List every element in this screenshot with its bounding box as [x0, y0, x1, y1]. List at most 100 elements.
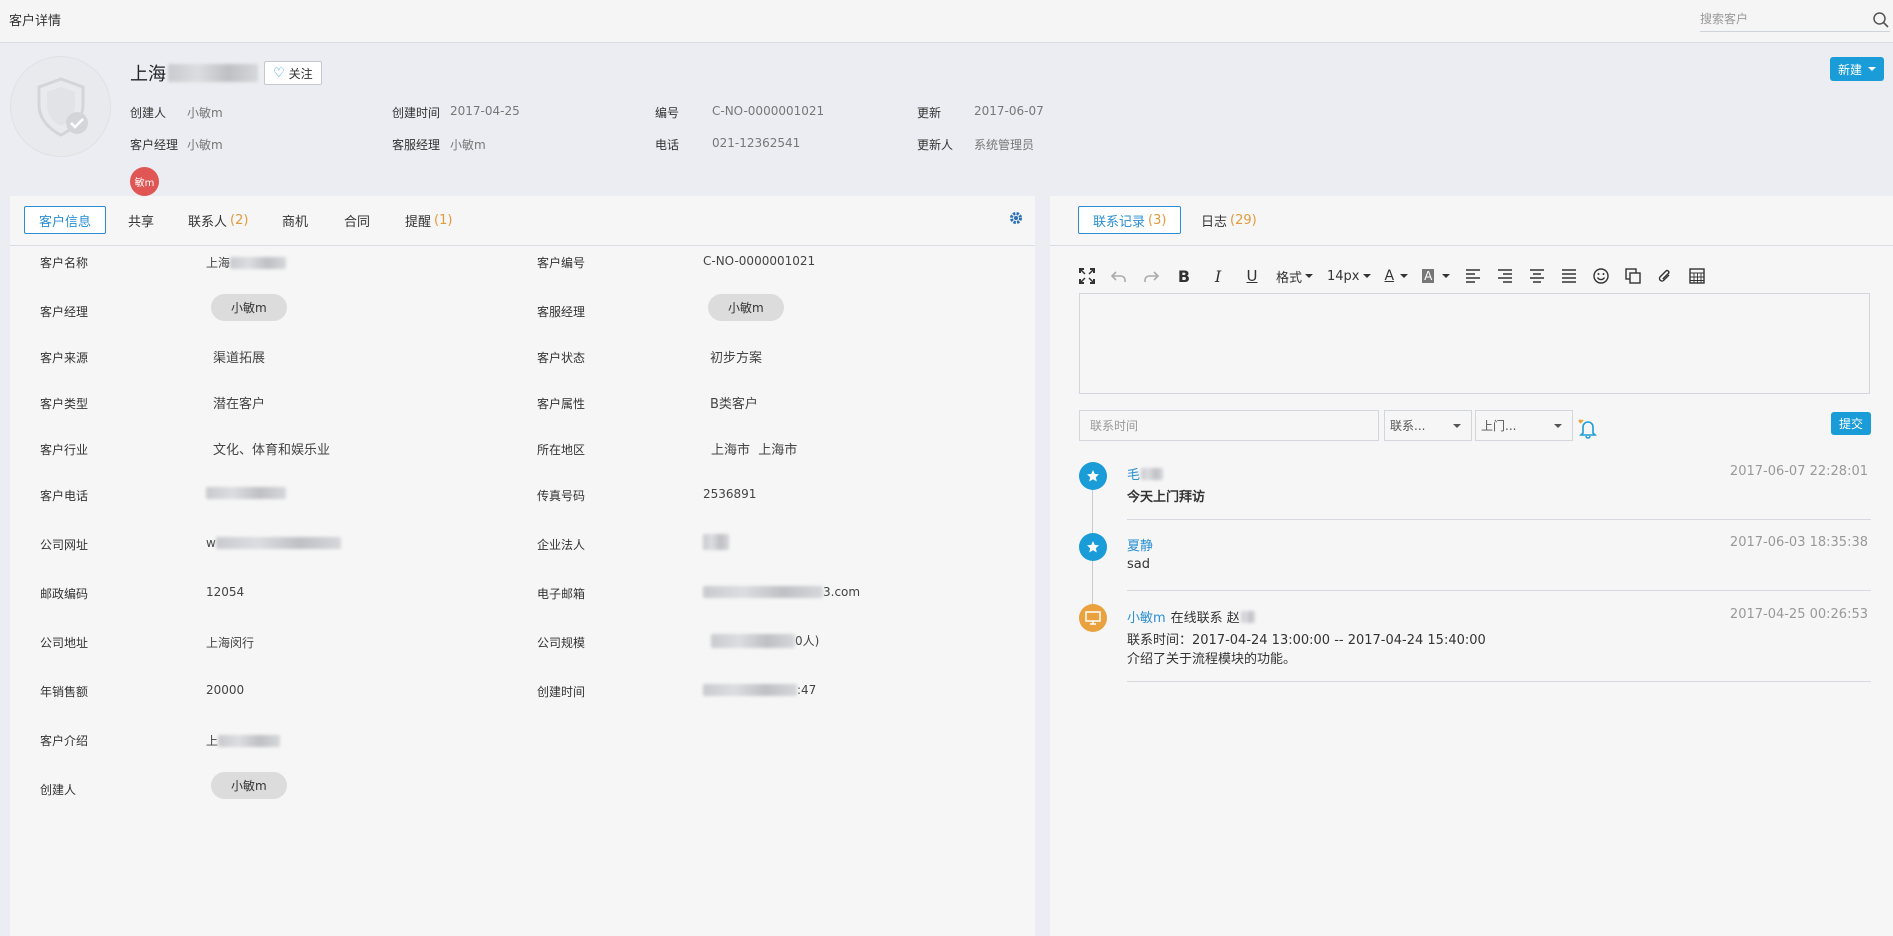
field-sales-label: 年销售额 [40, 685, 89, 699]
field-fax-label: 传真号码 [537, 489, 586, 503]
right-tab-bar: 联系记录 (3) 日志 (29) [1050, 196, 1893, 246]
field-status-value: 初步方案 [710, 351, 763, 366]
field-manager-pill[interactable]: 小敏m [211, 294, 287, 321]
contact-time-input[interactable]: 联系时间 [1079, 410, 1379, 441]
tab-reminder[interactable]: 提醒 (1) [405, 206, 452, 234]
meta-updated-label: 更新 [917, 106, 942, 120]
align-center-icon[interactable] [1528, 266, 1546, 286]
timeline-content: sad [1127, 557, 1150, 572]
submit-button[interactable]: 提交 [1831, 412, 1871, 435]
field-ctime-value: :47 [703, 683, 816, 697]
tab-customer-info[interactable]: 客户信息 [24, 206, 107, 234]
field-phone-label: 客户电话 [40, 489, 89, 503]
follow-button[interactable]: ♡ 关注 [264, 61, 322, 85]
field-code-value: C-NO-0000001021 [703, 254, 816, 268]
bold-icon[interactable]: B [1174, 266, 1194, 286]
field-email-text: 3.com [823, 585, 861, 599]
field-source-label: 客户来源 [40, 351, 89, 365]
field-name-label: 客户名称 [40, 256, 89, 270]
field-ctime-label: 创建时间 [537, 685, 586, 699]
redo-icon[interactable] [1142, 266, 1160, 286]
search-input[interactable] [1700, 8, 1860, 30]
tab-reminder-label: 提醒 [405, 214, 432, 230]
contact-type-label: 联系... [1390, 419, 1426, 433]
field-service-label: 客服经理 [537, 305, 586, 319]
undo-icon[interactable] [1110, 266, 1128, 286]
redacted-phone [206, 487, 286, 499]
field-legal-value [703, 534, 729, 550]
chevron-down-icon [1442, 274, 1451, 278]
field-service-pill[interactable]: 小敏m [708, 294, 784, 321]
meta-manager-value: 小敏m [187, 138, 223, 152]
fullscreen-icon[interactable] [1078, 266, 1096, 286]
timeline-author[interactable]: 毛 [1127, 464, 1164, 483]
field-creator-pill[interactable]: 小敏m [211, 772, 287, 799]
new-button[interactable]: 新建 [1830, 57, 1884, 81]
meta-number: 编号 C-NO-0000001021 [655, 104, 824, 121]
tab-log-label: 日志 [1201, 214, 1228, 230]
field-sales-value: 20000 [206, 683, 245, 697]
meta-service-label: 客服经理 [392, 138, 441, 152]
table-icon[interactable] [1688, 266, 1706, 286]
field-website-text: w [206, 536, 216, 550]
reminder-bell-icon[interactable] [1577, 417, 1599, 439]
timeline-divider [1127, 519, 1871, 520]
record-editor[interactable] [1079, 293, 1870, 394]
highlight-color-icon[interactable]: A [1422, 266, 1451, 286]
field-type-label: 客户类型 [40, 397, 89, 411]
italic-icon[interactable]: I [1208, 266, 1228, 286]
owner-tag[interactable]: 敏m [130, 167, 159, 196]
tab-contract[interactable]: 合同 [344, 206, 370, 234]
redacted-name [168, 64, 258, 82]
timeline-time: 2017-06-03 18:35:38 [1729, 535, 1868, 550]
field-address-value: 上海闵行 [206, 636, 255, 650]
timeline-content: 今天上门拜访 [1127, 490, 1206, 505]
align-right-icon[interactable] [1496, 266, 1514, 286]
underline-icon[interactable]: U [1242, 266, 1262, 286]
gear-icon[interactable] [1008, 210, 1024, 226]
redacted-intro [218, 734, 281, 747]
timeline-author[interactable]: 小敏m 在线联系 赵 [1127, 607, 1255, 626]
meta-manager-label: 客户经理 [130, 138, 179, 152]
search-icon[interactable] [1872, 11, 1890, 29]
follow-label: 关注 [288, 66, 313, 81]
tab-info-label: 客户信息 [39, 214, 92, 230]
attachment-icon[interactable] [1656, 266, 1674, 286]
align-justify-icon[interactable] [1560, 266, 1578, 286]
timeline-action: 在线联系 赵 [1170, 611, 1240, 626]
font-color-icon[interactable]: A [1385, 266, 1409, 286]
emoji-icon[interactable] [1592, 266, 1610, 286]
contact-method-select[interactable]: 上门... [1475, 410, 1573, 441]
format-label: 格式 [1276, 270, 1303, 286]
field-industry-label: 客户行业 [40, 443, 89, 457]
timeline-content: 介绍了关于流程模块的功能。 [1127, 652, 1297, 667]
align-left-icon[interactable] [1464, 266, 1482, 286]
field-attr-label: 客户属性 [537, 397, 586, 411]
chevron-down-icon [1868, 67, 1876, 71]
search-box[interactable] [1700, 8, 1890, 32]
timeline-time: 2017-06-07 22:28:01 [1729, 464, 1868, 479]
font-size-dropdown[interactable]: 14px [1327, 266, 1371, 286]
tab-opportunity[interactable]: 商机 [282, 206, 308, 234]
timeline-contact-period: 联系时间：2017-04-24 13:00:00 -- 2017-04-24 1… [1127, 633, 1486, 648]
field-region-label: 所在地区 [537, 443, 586, 457]
star-icon [1079, 533, 1107, 561]
customer-name-text: 上海 [130, 64, 166, 85]
meta-updater-label: 更新人 [917, 138, 954, 152]
tab-contact-records[interactable]: 联系记录 (3) [1078, 206, 1182, 234]
format-dropdown[interactable]: 格式 [1276, 266, 1314, 286]
tab-log[interactable]: 日志 (29) [1201, 206, 1257, 234]
tab-opportunity-label: 商机 [282, 214, 309, 230]
timeline-time: 2017-04-25 00:26:53 [1729, 607, 1868, 622]
tab-contacts[interactable]: 联系人 (2) [188, 206, 248, 234]
shield-icon [37, 76, 88, 137]
top-bar: 客户详情 [0, 0, 1893, 43]
field-manager-label: 客户经理 [40, 305, 89, 319]
tab-share[interactable]: 共享 [128, 206, 154, 234]
meta-phone: 电话 021-12362541 [655, 136, 800, 153]
monitor-icon [1079, 604, 1107, 632]
meta-phone-value: 021-12362541 [712, 136, 801, 150]
contact-type-select[interactable]: 联系... [1384, 410, 1472, 441]
timeline-author[interactable]: 夏静 [1127, 535, 1153, 554]
image-icon[interactable] [1624, 266, 1642, 286]
